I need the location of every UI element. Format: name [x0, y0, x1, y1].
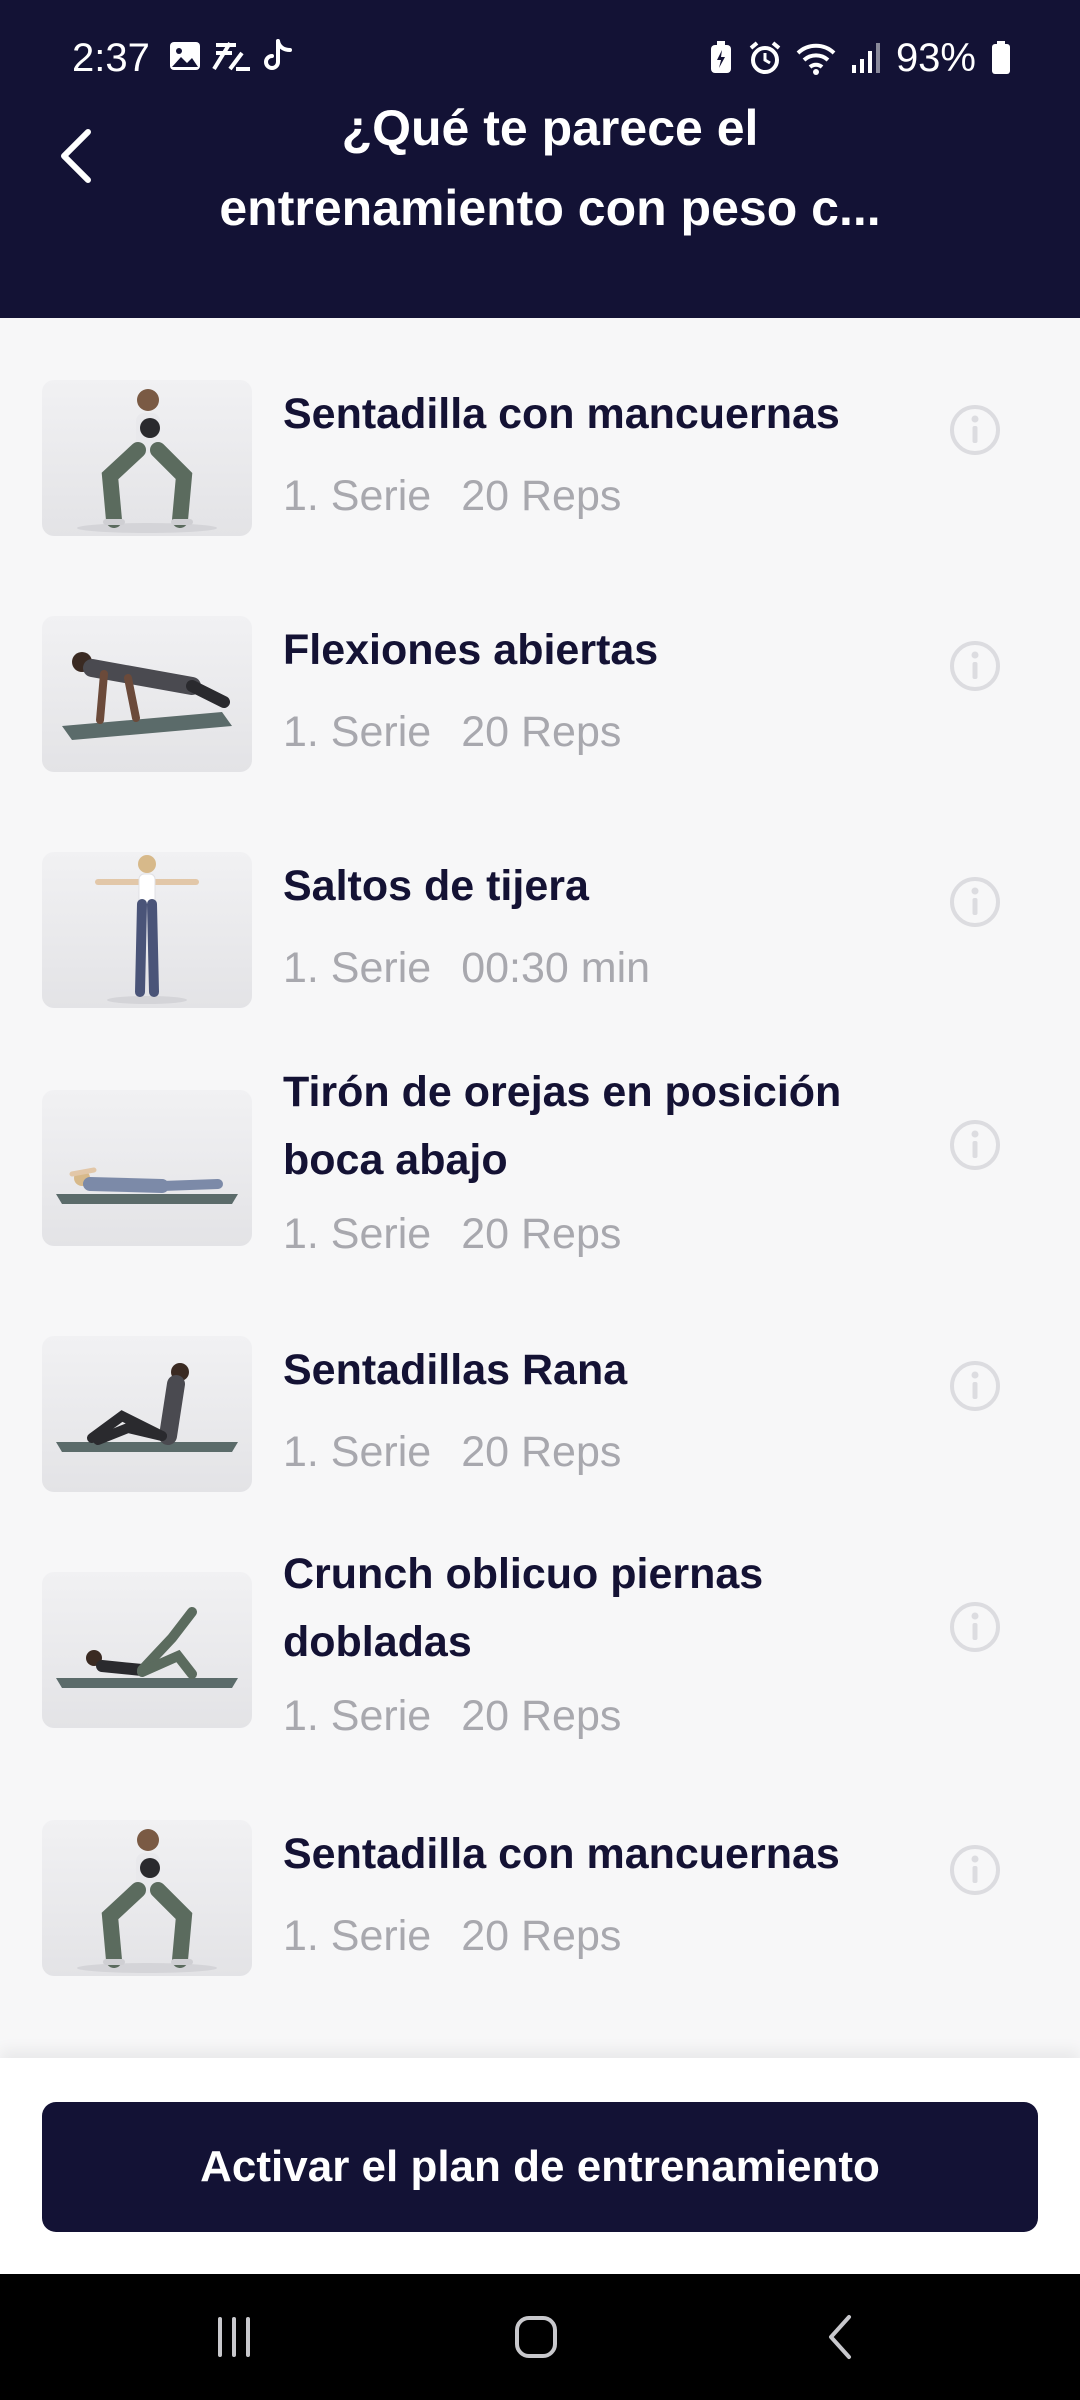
- system-navigation-bar: [0, 2274, 1080, 2400]
- info-icon[interactable]: [948, 1118, 1002, 1172]
- exercise-name: Saltos de tijera: [283, 862, 589, 910]
- exercise-meta: 1. Serie 20 Reps: [283, 1206, 621, 1262]
- home-button[interactable]: [496, 2304, 576, 2370]
- exercise-meta: 1. Serie 20 Reps: [283, 1908, 621, 1964]
- info-icon[interactable]: [948, 1600, 1002, 1654]
- home-icon: [515, 2316, 557, 2358]
- alarm-icon: [749, 41, 781, 74]
- exercise-thumbnail: [42, 1090, 252, 1246]
- page-title: ¿Qué te parece el entrenamiento con peso…: [150, 88, 950, 248]
- exercise-sets: 1. Serie: [283, 1428, 432, 1476]
- exercise-item[interactable]: Sentadilla con mancuernas 1. Serie 20 Rep…: [0, 358, 1080, 558]
- battery-saver-icon: [710, 41, 731, 73]
- exercise-thumbnail: [42, 1336, 252, 1492]
- exercise-name: Sentadillas Rana: [283, 1346, 628, 1394]
- battery-percent: 93%: [895, 36, 976, 80]
- exercise-name: Flexiones abiertas: [283, 626, 659, 674]
- exercise-item[interactable]: Saltos de tijera 1. Serie 00:30 min: [0, 830, 1080, 1030]
- exercise-name: Crunch oblicuo piernas dobladas: [283, 1550, 764, 1666]
- signal-icon: [851, 43, 880, 73]
- status-system-icons: 93%: [708, 34, 1012, 82]
- exercise-reps: 20 Reps: [461, 1692, 622, 1740]
- image-icon: [170, 42, 200, 70]
- exercise-duration: 00:30 min: [461, 944, 651, 992]
- status-time: 2:37: [72, 36, 150, 80]
- exercise-thumbnail: [42, 380, 252, 536]
- jumping-jack-image: [95, 855, 199, 1004]
- info-icon[interactable]: [948, 1359, 1002, 1413]
- exercise-meta: 1. Serie 00:30 min: [283, 940, 650, 996]
- exercise-sets: 1. Serie: [283, 1912, 432, 1960]
- exercise-reps: 20 Reps: [461, 708, 622, 756]
- notification-icon: [212, 41, 250, 71]
- header: ¿Qué te parece el entrenamiento con peso…: [0, 88, 1080, 318]
- exercise-reps: 20 Reps: [461, 1428, 622, 1476]
- recent-apps-icon: [218, 2317, 250, 2357]
- exercise-sets: 1. Serie: [283, 472, 432, 520]
- chevron-left-icon: [61, 129, 91, 183]
- exercise-thumbnail: [42, 1820, 252, 1976]
- tiktok-icon: [264, 39, 292, 70]
- exercise-sets: 1. Serie: [283, 1210, 432, 1258]
- info-icon[interactable]: [948, 403, 1002, 457]
- status-bar: 2:37 93%: [0, 0, 1080, 88]
- exercise-sets: 1. Serie: [283, 944, 432, 992]
- info-icon[interactable]: [948, 875, 1002, 929]
- frog-sit-up-image: [56, 1363, 238, 1452]
- oblique-crunch-image: [56, 1607, 238, 1688]
- dumbbell-squat-image: [77, 1829, 217, 1973]
- exercise-sets: 1. Serie: [283, 708, 432, 756]
- status-notification-icons: [168, 38, 294, 74]
- exercise-reps: 20 Reps: [461, 1912, 622, 1960]
- exercise-item[interactable]: Tirón de orejas en posición boca abajo 1…: [0, 1058, 1080, 1288]
- cta-container: Activar el plan de entrenamiento: [0, 2058, 1080, 2274]
- exercise-thumbnail: [42, 616, 252, 772]
- exercise-list[interactable]: Sentadilla con mancuernas 1. Serie 20 Rep…: [0, 318, 1080, 2058]
- exercise-item[interactable]: Flexiones abiertas 1. Serie 20 Reps: [0, 594, 1080, 794]
- back-icon: [829, 2315, 851, 2359]
- exercise-name: Tirón de orejas en posición boca abajo: [283, 1068, 842, 1184]
- battery-icon: [992, 41, 1010, 74]
- push-up-image: [62, 652, 232, 740]
- exercise-sets: 1. Serie: [283, 1692, 432, 1740]
- dumbbell-squat-image: [77, 389, 217, 533]
- page-title-line-1: ¿Qué te parece el: [341, 100, 759, 156]
- exercise-item[interactable]: Crunch oblicuo piernas dobladas 1. Serie…: [0, 1540, 1080, 1770]
- system-back-button[interactable]: [800, 2304, 880, 2370]
- exercise-thumbnail: [42, 1572, 252, 1728]
- info-icon[interactable]: [948, 639, 1002, 693]
- exercise-meta: 1. Serie 20 Reps: [283, 468, 621, 524]
- recent-apps-button[interactable]: [194, 2304, 274, 2370]
- exercise-reps: 20 Reps: [461, 472, 622, 520]
- exercise-name: Sentadilla con mancuernas: [283, 1830, 840, 1878]
- exercise-meta: 1. Serie 20 Reps: [283, 1688, 621, 1744]
- activate-plan-button[interactable]: Activar el plan de entrenamiento: [42, 2102, 1038, 2232]
- page-title-line-2: entrenamiento con peso c...: [219, 180, 881, 236]
- info-icon[interactable]: [948, 1843, 1002, 1897]
- exercise-thumbnail: [42, 852, 252, 1008]
- exercise-item[interactable]: Sentadilla con mancuernas 1. Serie 20 Rep…: [0, 1798, 1080, 1998]
- prone-pull-image: [56, 1167, 238, 1204]
- exercise-meta: 1. Serie 20 Reps: [283, 1424, 621, 1480]
- exercise-reps: 20 Reps: [461, 1210, 622, 1258]
- exercise-item[interactable]: Sentadillas Rana 1. Serie 20 Reps: [0, 1314, 1080, 1514]
- exercise-meta: 1. Serie 20 Reps: [283, 704, 621, 760]
- exercise-name: Sentadilla con mancuernas: [283, 390, 840, 438]
- back-button[interactable]: [40, 120, 112, 192]
- wifi-icon: [796, 43, 836, 75]
